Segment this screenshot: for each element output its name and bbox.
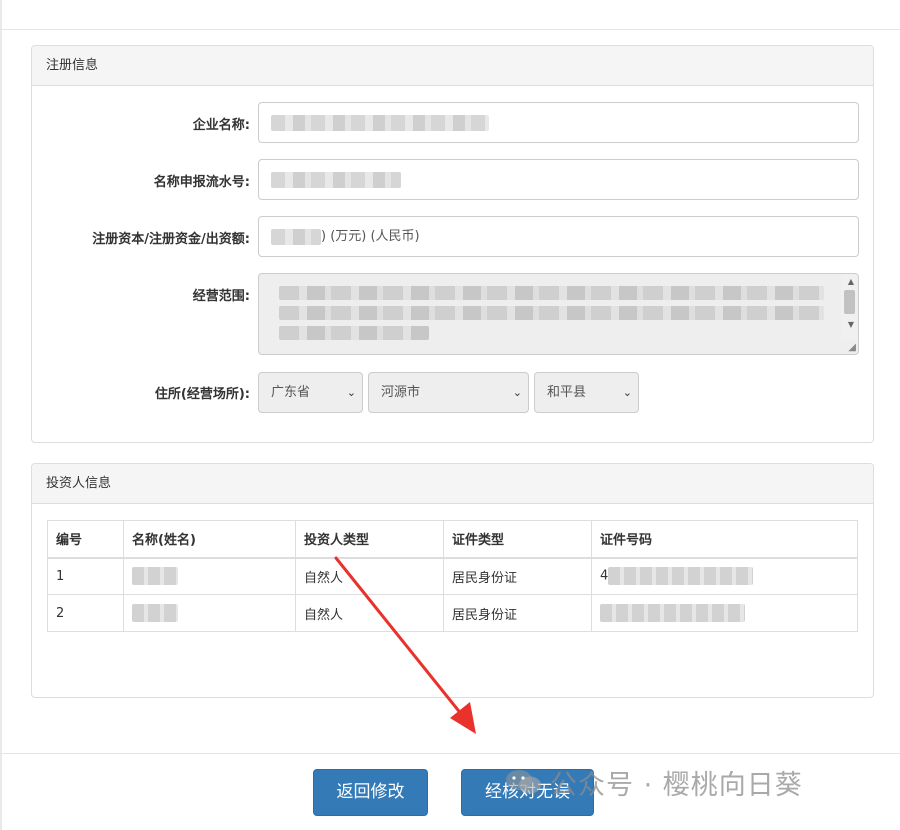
watermark-text: 公众号 · 樱桃向日葵	[550, 769, 803, 801]
redacted-value	[132, 604, 178, 622]
redacted-value	[132, 567, 178, 586]
company-name-label: 企业名称:	[192, 118, 250, 133]
redacted-scope-text	[279, 286, 824, 346]
redacted-value	[271, 114, 489, 131]
registration-panel: 注册信息 企业名称: 名称申报流水号: 注册资本/注册资金/出资额: ) (万元…	[31, 45, 874, 443]
investor-panel: 投资人信息 编号 名称(姓名) 投资人类型 证件类型 证件号码 1 自然人 居民…	[31, 463, 874, 698]
registered-capital-field[interactable]: ) (万元) (人民币)	[258, 216, 859, 257]
col-header-id-type: 证件类型	[443, 520, 592, 559]
redacted-value	[271, 171, 401, 188]
business-scope-label: 经营范围:	[192, 289, 250, 304]
header-divider	[0, 29, 900, 30]
window-edge	[0, 0, 2, 830]
scroll-thumb[interactable]	[844, 290, 855, 314]
table-row: 1 自然人 居民身份证 4	[47, 557, 858, 595]
province-value: 广东省	[271, 385, 311, 400]
col-header-name: 名称(姓名)	[123, 520, 296, 559]
scroll-down-icon[interactable]: ▼	[848, 320, 854, 329]
row-investor-type: 自然人	[295, 557, 444, 595]
table-header-row: 编号 名称(姓名) 投资人类型 证件类型 证件号码	[47, 520, 858, 559]
county-value: 和平县	[547, 385, 587, 400]
col-header-investor-type: 投资人类型	[295, 520, 444, 559]
registration-panel-title: 注册信息	[32, 46, 873, 86]
textarea-scrollbar[interactable]: ▲ ▼	[841, 274, 858, 340]
scroll-up-icon[interactable]: ▲	[848, 277, 854, 286]
row-investor-type: 自然人	[295, 594, 444, 632]
row-id-type: 居民身份证	[443, 594, 592, 632]
row-name	[123, 594, 296, 632]
table-row: 2 自然人 居民身份证	[47, 594, 858, 632]
redacted-value	[271, 228, 321, 245]
row-number: 2	[47, 594, 124, 632]
resize-grip-icon[interactable]: ◢	[848, 342, 856, 353]
business-scope-textarea[interactable]: ▲ ▼ ◢	[258, 273, 859, 355]
company-name-field[interactable]	[258, 102, 859, 143]
registered-capital-label: 注册资本/注册资金/出资额:	[92, 232, 250, 247]
address-label: 住所(经营场所):	[154, 387, 250, 402]
redacted-value	[608, 567, 754, 586]
footer-divider	[0, 753, 900, 754]
wechat-logo-icon	[506, 770, 541, 794]
redacted-value	[600, 604, 745, 622]
investor-panel-title: 投资人信息	[32, 464, 873, 504]
back-to-edit-button[interactable]: 返回修改	[313, 769, 428, 816]
city-value: 河源市	[381, 385, 421, 400]
row-name	[123, 557, 296, 595]
serial-number-field[interactable]	[258, 159, 859, 200]
city-select[interactable]: 河源市 ⌄	[368, 372, 529, 413]
chevron-down-icon: ⌄	[346, 386, 356, 399]
row-number: 1	[47, 557, 124, 595]
province-select[interactable]: 广东省 ⌄	[258, 372, 363, 413]
watermark: 公众号 · 樱桃向日葵	[504, 762, 803, 802]
row-id-number	[591, 594, 858, 632]
capital-unit-text: ) (万元) (人民币)	[321, 229, 420, 244]
col-header-id-number: 证件号码	[591, 520, 858, 559]
serial-number-label: 名称申报流水号:	[153, 175, 250, 190]
chevron-down-icon: ⌄	[512, 386, 522, 399]
row-id-number: 4	[591, 557, 858, 595]
county-select[interactable]: 和平县 ⌄	[534, 372, 639, 413]
col-header-number: 编号	[47, 520, 124, 559]
investor-table: 编号 名称(姓名) 投资人类型 证件类型 证件号码 1 自然人 居民身份证 4 …	[47, 520, 858, 632]
row-id-type: 居民身份证	[443, 557, 592, 595]
chevron-down-icon: ⌄	[622, 386, 632, 399]
